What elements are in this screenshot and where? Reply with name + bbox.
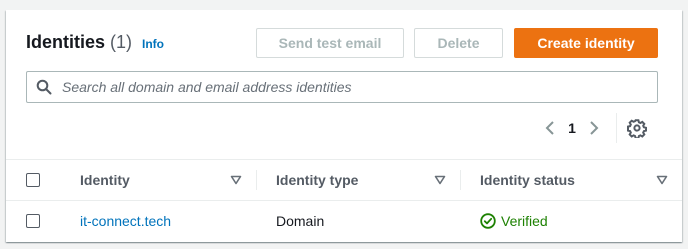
identity-cell: it-connect.tech <box>80 201 171 241</box>
check-circle-icon <box>480 213 496 229</box>
page-title: Identities <box>26 32 106 52</box>
row-checkbox[interactable] <box>26 214 40 228</box>
create-identity-button[interactable]: Create identity <box>514 28 658 58</box>
status-text: Verified <box>501 213 548 229</box>
identities-panel: Identities (1) Info Send test email Dele… <box>6 10 682 242</box>
previous-page-icon[interactable] <box>540 118 560 138</box>
current-page-number[interactable]: 1 <box>560 120 584 136</box>
send-test-email-button[interactable]: Send test email <box>256 28 404 58</box>
select-all-checkbox[interactable] <box>26 173 40 187</box>
identity-type-cell: Domain <box>276 213 325 229</box>
column-label: Identity <box>80 172 130 188</box>
identities-table: Identity Identity type Identity status i… <box>6 159 682 241</box>
pagination: 1 <box>540 113 647 143</box>
table-row: it-connect.tech Domain Verified <box>6 201 682 241</box>
column-label: Identity type <box>276 172 359 188</box>
column-header-identity[interactable]: Identity <box>60 160 256 200</box>
sort-caret-icon[interactable] <box>434 174 446 186</box>
info-link[interactable]: Info <box>142 37 164 51</box>
identity-status-cell: Verified <box>480 201 548 241</box>
column-header-identity-status[interactable]: Identity status <box>460 160 682 200</box>
table-header: Identity Identity type Identity status <box>6 159 682 201</box>
column-divider <box>460 170 461 190</box>
pager-divider <box>616 113 617 143</box>
identity-count: (1) <box>110 32 133 52</box>
gear-icon[interactable] <box>627 118 647 138</box>
column-label: Identity status <box>480 172 575 188</box>
sort-caret-icon[interactable] <box>230 174 242 186</box>
identity-link[interactable]: it-connect.tech <box>80 213 171 229</box>
column-divider <box>256 170 257 190</box>
sort-caret-icon[interactable] <box>656 174 668 186</box>
search-icon <box>36 79 52 95</box>
column-header-identity-type[interactable]: Identity type <box>256 160 460 200</box>
search-input[interactable] <box>60 78 657 96</box>
delete-button[interactable]: Delete <box>414 28 503 58</box>
next-page-icon[interactable] <box>584 118 604 138</box>
panel-header: Identities (1) Info <box>26 32 164 54</box>
search-box <box>26 71 658 103</box>
